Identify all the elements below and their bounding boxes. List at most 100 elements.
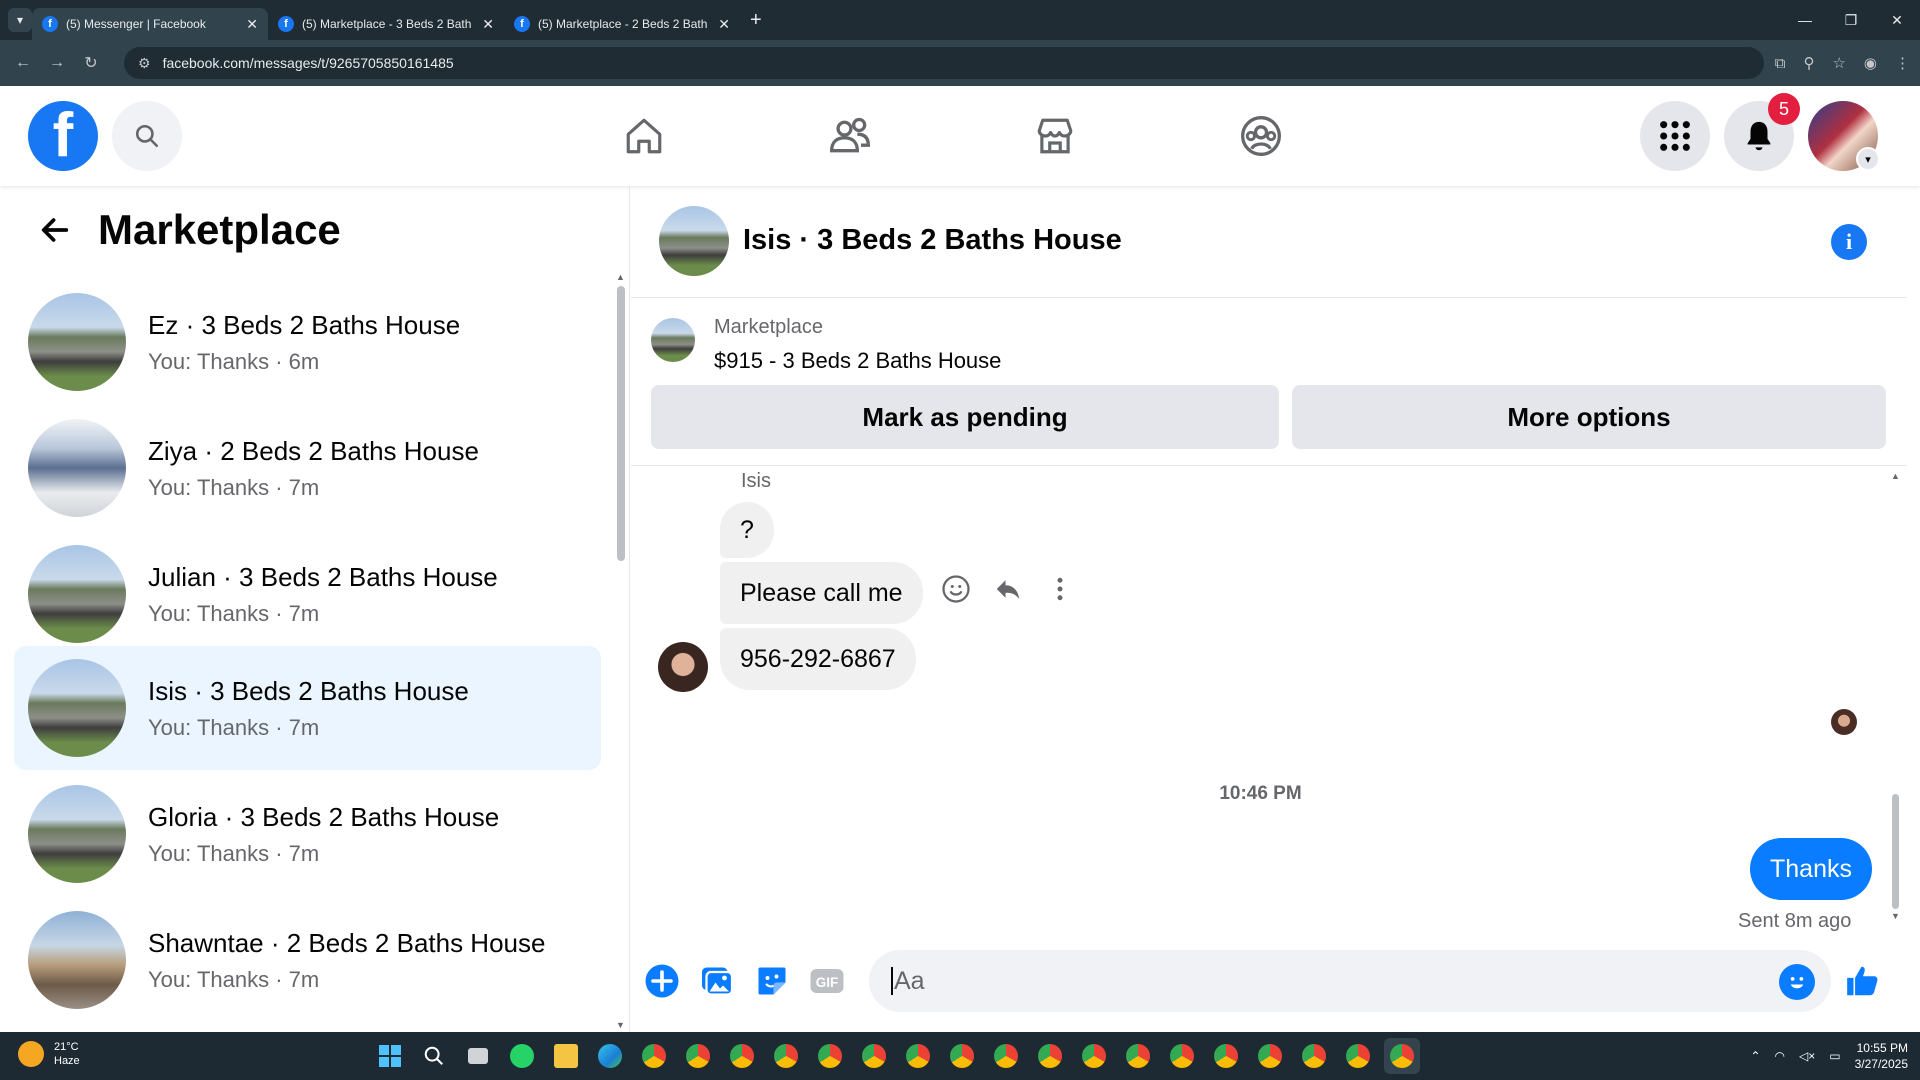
whatsapp-icon[interactable]: [504, 1038, 540, 1074]
minimize-icon[interactable]: —: [1782, 0, 1828, 40]
chrome-profile-icon[interactable]: [988, 1038, 1024, 1074]
scroll-down-arrow-icon[interactable]: ▼: [1891, 911, 1900, 921]
chrome-icon[interactable]: [636, 1038, 672, 1074]
browser-menu-icon[interactable]: ⋮: [1895, 54, 1910, 72]
conversation-preview: You: Thanks · 7m: [148, 474, 320, 500]
my-message-bubble[interactable]: Thanks: [1750, 838, 1872, 900]
new-tab-icon[interactable]: +: [750, 9, 762, 32]
marketplace-conversation-list: Marketplace Ez · 3 Beds 2 Baths House Yo…: [0, 186, 630, 1032]
search-button[interactable]: [112, 101, 182, 171]
zoom-icon[interactable]: ⚲: [1803, 54, 1814, 72]
message-bubble[interactable]: Please call me: [720, 562, 923, 624]
address-bar[interactable]: ⚙ facebook.com/messages/t/92657058501614…: [124, 47, 1764, 79]
install-app-icon[interactable]: ⧉: [1775, 55, 1786, 72]
facebook-logo[interactable]: f: [28, 101, 98, 171]
chrome-profile-icon[interactable]: [1296, 1038, 1332, 1074]
chrome-profile-icon[interactable]: [1120, 1038, 1156, 1074]
chrome-profile-icon[interactable]: [856, 1038, 892, 1074]
browser-tab-marketplace-3beds[interactable]: f (5) Marketplace - 3 Beds 2 Bath ✕: [268, 8, 504, 40]
battery-icon[interactable]: ▭: [1829, 1049, 1840, 1063]
task-view-icon[interactable]: [460, 1038, 496, 1074]
clock[interactable]: 10:55 PM 3/27/2025: [1855, 1040, 1908, 1072]
menu-button[interactable]: [1640, 101, 1710, 171]
chevron-down-icon[interactable]: ▾: [1856, 147, 1880, 171]
conversation-item-active[interactable]: Isis · 3 Beds 2 Baths House You: Thanks …: [14, 646, 601, 770]
forward-icon[interactable]: →: [40, 54, 74, 72]
chrome-profile-icon[interactable]: [1208, 1038, 1244, 1074]
friends-nav[interactable]: [825, 111, 875, 161]
edge-icon[interactable]: [592, 1038, 628, 1074]
conversation-item[interactable]: Gloria · 3 Beds 2 Baths House You: Thank…: [14, 772, 601, 896]
close-tab-icon[interactable]: ✕: [482, 16, 494, 33]
scroll-up-arrow-icon[interactable]: ▲: [616, 272, 625, 282]
attach-photo-button[interactable]: [698, 962, 736, 1000]
marketplace-nav[interactable]: [1030, 111, 1080, 161]
gif-button[interactable]: GIF: [808, 962, 846, 1000]
account-avatar[interactable]: ▾: [1808, 101, 1880, 171]
taskbar-search-icon[interactable]: [416, 1038, 452, 1074]
chrome-profile-icon[interactable]: [724, 1038, 760, 1074]
tray-overflow-icon[interactable]: ⌃: [1750, 1049, 1760, 1063]
restore-icon[interactable]: ❐: [1828, 0, 1874, 40]
profile-icon[interactable]: ◉: [1864, 54, 1877, 72]
message-input[interactable]: Aa: [869, 950, 1831, 1012]
site-info-icon[interactable]: ⚙: [138, 55, 151, 72]
listing-small-thumbnail[interactable]: [651, 318, 695, 362]
chat-title[interactable]: Isis · 3 Beds 2 Baths House: [743, 224, 1122, 257]
back-icon[interactable]: ←: [6, 54, 40, 72]
groups-nav[interactable]: [1236, 111, 1286, 161]
reload-icon[interactable]: ↻: [74, 53, 108, 73]
scroll-down-arrow-icon[interactable]: ▼: [616, 1020, 625, 1030]
listing-title[interactable]: $915 - 3 Beds 2 Baths House: [714, 348, 1001, 374]
menu-grid-icon: [1660, 121, 1690, 151]
chrome-profile-icon[interactable]: [768, 1038, 804, 1074]
chrome-profile-icon[interactable]: [1164, 1038, 1200, 1074]
chat-scrollbar[interactable]: [1892, 794, 1899, 909]
sticker-button[interactable]: [753, 962, 791, 1000]
back-button[interactable]: [36, 211, 74, 249]
home-nav[interactable]: [619, 111, 669, 161]
browser-tab-marketplace-2beds[interactable]: f (5) Marketplace - 2 Beds 2 Bath ✕: [504, 8, 740, 40]
volume-muted-icon[interactable]: ◁×: [1799, 1049, 1815, 1063]
reply-icon[interactable]: [993, 574, 1023, 604]
mark-as-pending-button[interactable]: Mark as pending: [651, 385, 1279, 449]
sender-avatar[interactable]: [658, 642, 708, 692]
chrome-profile-icon[interactable]: [812, 1038, 848, 1074]
bookmark-star-icon[interactable]: ☆: [1832, 54, 1845, 72]
message-bubble[interactable]: ?: [720, 502, 774, 558]
close-tab-icon[interactable]: ✕: [246, 16, 258, 33]
conversation-item[interactable]: Ziya · 2 Beds 2 Baths House You: Thanks …: [14, 406, 601, 530]
chrome-profile-icon[interactable]: [1252, 1038, 1288, 1074]
tab-search-icon[interactable]: ▾: [8, 8, 32, 32]
marketplace-label: Marketplace: [714, 316, 823, 338]
browser-tab-messenger[interactable]: f (5) Messenger | Facebook ✕: [32, 8, 268, 40]
conversation-item[interactable]: Julian · 3 Beds 2 Baths House You: Thank…: [14, 532, 601, 656]
more-vertical-icon[interactable]: [1045, 574, 1075, 604]
conversation-list-scrollbar[interactable]: [617, 286, 625, 561]
message-bubble[interactable]: 956-292-6867: [720, 628, 916, 690]
react-emoji-icon[interactable]: [941, 574, 971, 604]
weather-widget[interactable]: 21°C Haze: [18, 1040, 80, 1068]
conversation-item[interactable]: Shawntae · 2 Beds 2 Baths House You: Tha…: [14, 898, 601, 1022]
more-actions-button[interactable]: [643, 962, 681, 1000]
chrome-profile-icon[interactable]: [944, 1038, 980, 1074]
chrome-profile-icon-active[interactable]: [1384, 1038, 1420, 1074]
browser-toolbar: ← → ↻ ⚙ facebook.com/messages/t/92657058…: [0, 40, 1920, 86]
chrome-profile-icon[interactable]: [1340, 1038, 1376, 1074]
emoji-button[interactable]: [1779, 964, 1815, 1000]
chrome-profile-icon[interactable]: [1076, 1038, 1112, 1074]
more-options-button[interactable]: More options: [1292, 385, 1886, 449]
chrome-profile-icon[interactable]: [900, 1038, 936, 1074]
file-explorer-icon[interactable]: [548, 1038, 584, 1074]
chrome-profile-icon[interactable]: [680, 1038, 716, 1074]
conversation-item[interactable]: Ez · 3 Beds 2 Baths House You: Thanks · …: [14, 280, 601, 404]
chat-listing-thumbnail[interactable]: [659, 206, 729, 276]
close-window-icon[interactable]: ✕: [1874, 0, 1920, 40]
info-icon[interactable]: i: [1831, 224, 1867, 260]
like-button[interactable]: [1844, 962, 1882, 1000]
scroll-up-arrow-icon[interactable]: ▲: [1891, 471, 1900, 481]
start-icon[interactable]: [372, 1038, 408, 1074]
wifi-icon[interactable]: ◠: [1775, 1049, 1785, 1063]
chrome-profile-icon[interactable]: [1032, 1038, 1068, 1074]
close-tab-icon[interactable]: ✕: [718, 16, 730, 33]
